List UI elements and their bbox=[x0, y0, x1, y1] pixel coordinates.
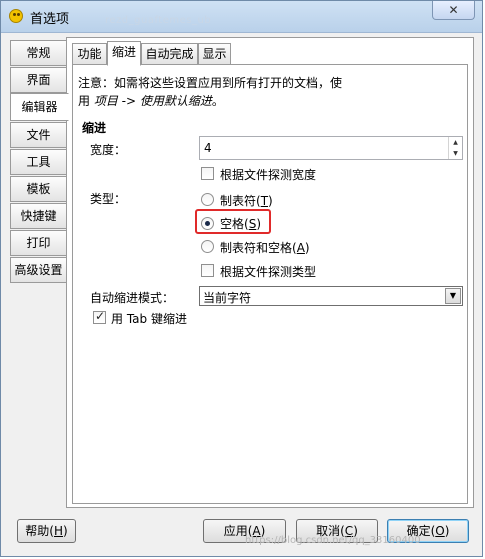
tab-display[interactable]: 显示 bbox=[198, 43, 231, 65]
spin-down-icon[interactable]: ▼ bbox=[449, 148, 462, 159]
left-tab-editor[interactable]: 编辑器 bbox=[10, 93, 69, 121]
auto-indent-label: 自动缩进模式： bbox=[90, 291, 175, 305]
left-tab-templates[interactable]: 模板 bbox=[10, 176, 67, 202]
indent-tab-panel bbox=[72, 64, 468, 504]
auto-indent-value[interactable]: 当前字符 bbox=[203, 289, 251, 306]
left-tab-interface[interactable]: 界面 bbox=[10, 67, 67, 93]
close-icon: ✕ bbox=[448, 3, 459, 17]
type-both-mnemonic: A bbox=[296, 241, 305, 255]
left-tab-advanced[interactable]: 高级设置 bbox=[10, 257, 67, 283]
chevron-down-icon[interactable]: ▼ bbox=[445, 288, 461, 304]
left-tab-general[interactable]: 常规 bbox=[10, 40, 67, 66]
close-button[interactable]: ✕ bbox=[432, 1, 475, 20]
type-tabs-mnemonic: T bbox=[260, 194, 269, 208]
help-suffix: ) bbox=[63, 524, 68, 538]
type-both-label[interactable]: 制表符和空格(A) bbox=[220, 239, 310, 256]
tab-autocomplete[interactable]: 自动完成 bbox=[141, 43, 198, 65]
ok-suffix: ) bbox=[444, 524, 450, 538]
type-tabs-suffix: ) bbox=[268, 194, 273, 208]
type-tabs-label[interactable]: 制表符(T) bbox=[220, 192, 273, 209]
width-spinbox[interactable]: 4 ▲ ▼ bbox=[199, 136, 463, 160]
detect-type-label[interactable]: 根据文件探测类型 bbox=[220, 263, 316, 280]
left-tab-keybindings[interactable]: 快捷键 bbox=[10, 203, 67, 229]
title-bar[interactable]: 首选项 rezd_guaftemes_ub ✕ bbox=[1, 1, 482, 33]
notice-menu-path: 项目 -> 使用默认缩进 bbox=[93, 94, 212, 108]
detect-width-label[interactable]: 根据文件探测宽度 bbox=[220, 166, 316, 183]
watermark: https://blog.csdn.net/qq_33160400 bbox=[245, 535, 421, 546]
width-label: 宽度： bbox=[90, 143, 127, 157]
type-label: 类型： bbox=[90, 192, 127, 206]
notice-line-2: 用 项目 -> 使用默认缩进。 bbox=[78, 92, 224, 109]
window-title: 首选项 bbox=[30, 12, 70, 27]
left-tab-printing[interactable]: 打印 bbox=[10, 230, 67, 256]
tab-features[interactable]: 功能 bbox=[72, 43, 107, 65]
type-tabs-radio[interactable] bbox=[201, 193, 214, 206]
auto-indent-select[interactable]: 当前字符 ▼ bbox=[199, 286, 463, 306]
tab-key-indent-checkbox[interactable] bbox=[93, 309, 106, 324]
left-tab-list: 常规 界面 编辑器 文件 工具 模板 快捷键 打印 高级设置 bbox=[10, 40, 69, 284]
type-both-suffix: ) bbox=[304, 241, 310, 255]
help-button[interactable]: 帮助(H) bbox=[17, 519, 76, 543]
help-text: 帮助( bbox=[25, 524, 54, 538]
tab-indent[interactable]: 缩进 bbox=[107, 41, 141, 66]
help-mnemonic: H bbox=[53, 524, 64, 538]
width-spin-arrows[interactable]: ▲ ▼ bbox=[448, 137, 462, 159]
notice-line-1: 注意：如需将这些设置应用到所有打开的文档，使 bbox=[78, 76, 343, 90]
type-both-text: 制表符和空格( bbox=[220, 241, 297, 255]
notice-suffix: 。 bbox=[211, 94, 224, 108]
left-tab-tools[interactable]: 工具 bbox=[10, 149, 67, 175]
indent-section-title: 缩进 bbox=[82, 121, 107, 135]
highlight-box bbox=[195, 209, 271, 234]
left-tab-files[interactable]: 文件 bbox=[10, 122, 67, 148]
type-tabs-text: 制表符( bbox=[220, 194, 261, 208]
spin-up-icon[interactable]: ▲ bbox=[449, 137, 462, 148]
width-value[interactable]: 4 bbox=[204, 141, 212, 155]
notice-prefix: 用 bbox=[78, 94, 94, 108]
detect-type-checkbox[interactable] bbox=[201, 264, 214, 277]
app-icon bbox=[9, 9, 23, 23]
detect-width-checkbox[interactable] bbox=[201, 167, 214, 180]
type-both-radio[interactable] bbox=[201, 240, 214, 253]
tab-key-indent-label[interactable]: 用 Tab 键缩进 bbox=[111, 310, 187, 327]
title-ghost-text: rezd_guaftemes_ub bbox=[105, 15, 212, 26]
ok-mnemonic: O bbox=[435, 524, 445, 538]
